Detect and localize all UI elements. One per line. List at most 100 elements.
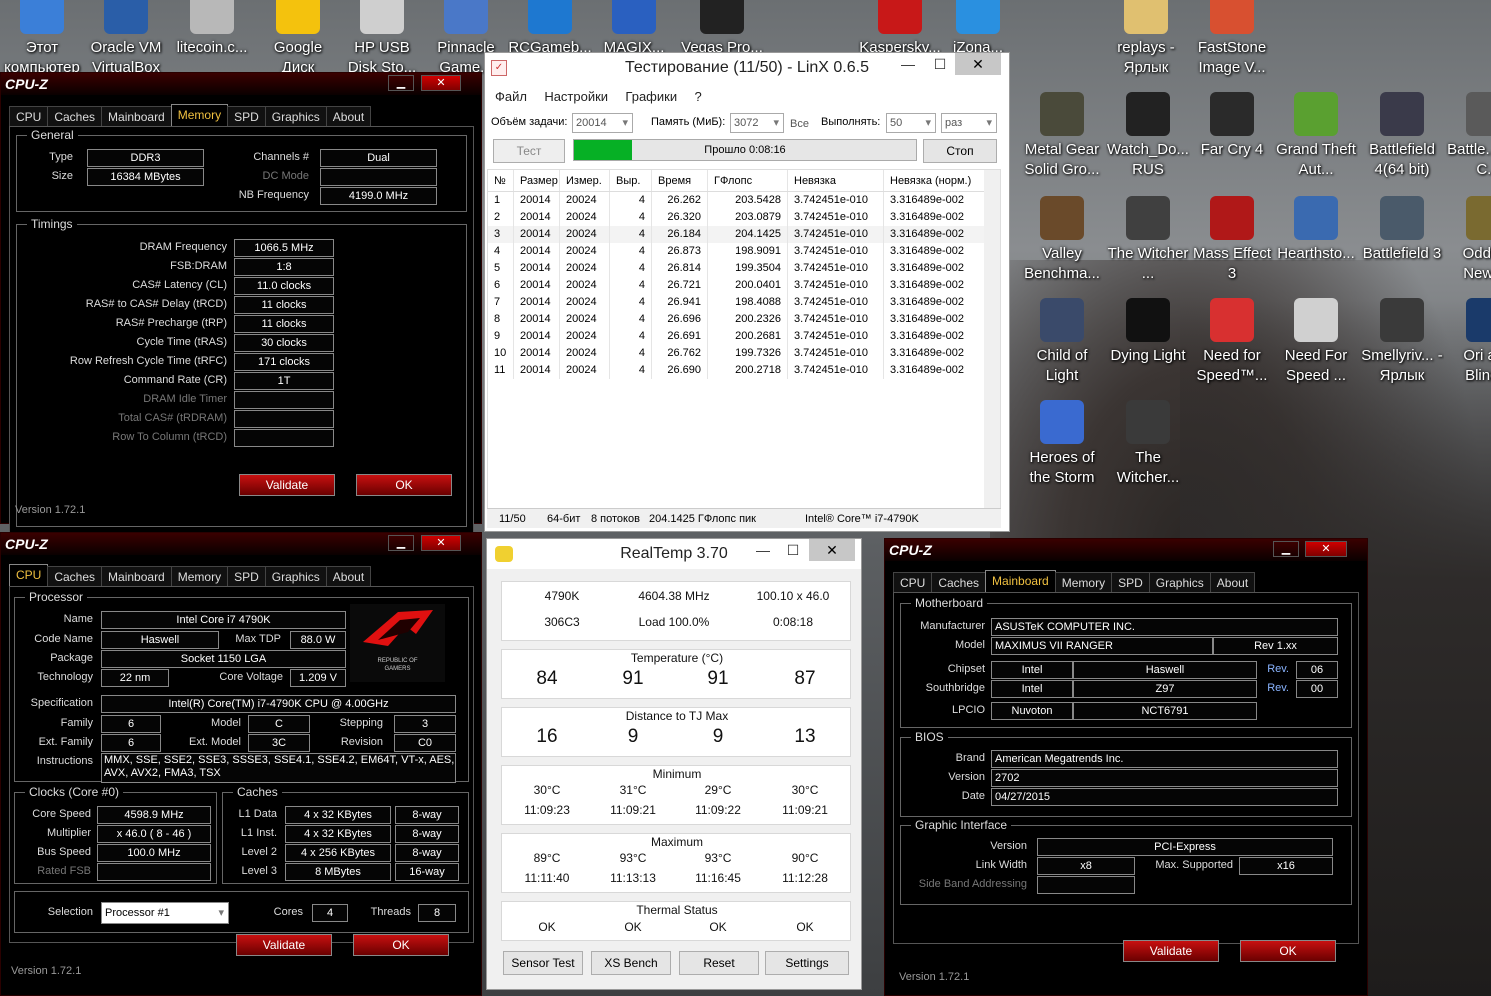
close-button[interactable]: ✕	[955, 53, 1001, 75]
size-input[interactable]: 20014	[572, 113, 633, 133]
tab-graphics[interactable]: Graphics	[1148, 572, 1211, 592]
desktop-icon[interactable]: litecoin.c...	[170, 0, 254, 80]
menu-file[interactable]: Файл	[495, 89, 527, 104]
xs-bench-button[interactable]: XS Bench	[591, 951, 671, 975]
column-header[interactable]: №	[488, 170, 514, 191]
menu-help[interactable]: ?	[694, 89, 701, 104]
menu-graphs[interactable]: Графики	[625, 89, 677, 104]
memory-all-label[interactable]: Все	[790, 118, 809, 130]
desktop-icon[interactable]: Этот компьютер	[0, 0, 84, 80]
desktop-icon[interactable]: Mass Effect 3	[1190, 196, 1274, 286]
tab-cpu[interactable]: CPU	[9, 106, 49, 126]
table-row[interactable]: 6 20014 20024 4 26.721 200.0401 3.742451e-010 3…	[488, 277, 1000, 294]
desktop-icon[interactable]: Battlefield 4(64 bit)	[1360, 92, 1444, 182]
desktop-icon[interactable]: Far Cry 4	[1190, 92, 1274, 182]
column-header[interactable]: Размер	[514, 170, 560, 191]
desktop-icon[interactable]: Child of Light	[1020, 298, 1104, 388]
desktop-icon[interactable]: Valley Benchma...	[1020, 196, 1104, 286]
tab-memory[interactable]: Memory	[170, 104, 229, 126]
tab-about[interactable]: About	[325, 566, 372, 586]
table-row[interactable]: 7 20014 20024 4 26.941 198.4088 3.742451e-010 3…	[488, 294, 1000, 311]
test-button[interactable]: Тест	[493, 139, 565, 163]
table-row[interactable]: 11 20014 20024 4 26.690 200.2718 3.742451e-010…	[488, 362, 1000, 379]
desktop-icon[interactable]: Dying Light	[1106, 298, 1190, 388]
table-row[interactable]: 3 20014 20024 4 26.184 204.1425 3.742451e-010 3…	[488, 226, 1000, 243]
reset-button[interactable]: Reset	[679, 951, 759, 975]
menu-settings[interactable]: Настройки	[544, 89, 608, 104]
table-row[interactable]: 10 20014 20024 4 26.762 199.7326 3.742451e-010…	[488, 345, 1000, 362]
desktop-icon[interactable]: Battlefield 3	[1360, 196, 1444, 286]
desktop-icon[interactable]: Battle... Bad C...	[1446, 92, 1491, 182]
close-button[interactable]: ✕	[809, 539, 855, 561]
tab-memory[interactable]: Memory	[1054, 572, 1113, 592]
tab-cpu[interactable]: CPU	[893, 572, 933, 592]
memory-input[interactable]: 3072	[730, 113, 784, 133]
ok-button[interactable]: OK	[353, 934, 449, 956]
desktop-icon[interactable]: Need For Speed ...	[1274, 298, 1358, 388]
desktop-icon[interactable]: Need for Speed™...	[1190, 298, 1274, 388]
tab-memory[interactable]: Memory	[170, 566, 229, 586]
tab-caches[interactable]: Caches	[47, 106, 103, 126]
column-header[interactable]: ГФлопс	[708, 170, 788, 191]
tab-graphics[interactable]: Graphics	[264, 106, 327, 126]
desktop-icon[interactable]: Oracle VM VirtualBox	[84, 0, 168, 80]
scrollbar[interactable]	[984, 170, 1000, 508]
tab-about[interactable]: About	[1209, 572, 1256, 592]
table-row[interactable]: 1 20014 20024 4 26.262 203.5428 3.742451e-010 3…	[488, 192, 1000, 209]
minimize-button[interactable]: ▁	[388, 535, 414, 551]
column-header[interactable]: Невязка	[788, 170, 884, 191]
runs-unit-select[interactable]: раз	[941, 113, 997, 133]
desktop-icon[interactable]: Smellyriv... - Ярлык	[1360, 298, 1444, 388]
sensor-test-button[interactable]: Sensor Test	[503, 951, 583, 975]
desktop-icon[interactable]: Metal Gear Solid Gro...	[1020, 92, 1104, 182]
table-row[interactable]: 2 20014 20024 4 26.320 203.0879 3.742451e-010 3…	[488, 209, 1000, 226]
desktop-icon[interactable]: The Witcher...	[1106, 400, 1190, 490]
close-button[interactable]: ✕	[421, 535, 461, 551]
ok-button[interactable]: OK	[1240, 940, 1336, 962]
table-row[interactable]: 9 20014 20024 4 26.691 200.2681 3.742451e-010 3…	[488, 328, 1000, 345]
desktop-icon[interactable]: Oddw... New '...	[1446, 196, 1491, 286]
table-row[interactable]: 8 20014 20024 4 26.696 200.2326 3.742451e-010 3…	[488, 311, 1000, 328]
desktop-icon[interactable]: The Witcher ...	[1106, 196, 1190, 286]
tab-caches[interactable]: Caches	[47, 566, 103, 586]
validate-button[interactable]: Validate	[236, 934, 332, 956]
table-row[interactable]: 5 20014 20024 4 26.814 199.3504 3.742451e-010 3…	[488, 260, 1000, 277]
runs-input[interactable]: 50	[886, 113, 936, 133]
desktop-icon[interactable]: Google Диск	[256, 0, 340, 80]
maximize-button[interactable]: ☐	[922, 53, 958, 75]
minimize-button[interactable]: ▁	[1273, 541, 1299, 557]
validate-button[interactable]: Validate	[239, 474, 335, 496]
tab-mainboard[interactable]: Mainboard	[101, 106, 172, 126]
validate-button[interactable]: Validate	[1123, 940, 1219, 962]
desktop-icon[interactable]: Ori and Blind...	[1446, 298, 1491, 388]
column-header[interactable]: Выр.	[610, 170, 652, 191]
tab-spd[interactable]: SPD	[1111, 572, 1150, 592]
maximize-button[interactable]: ☐	[775, 539, 811, 561]
minimize-button[interactable]: —	[890, 53, 926, 75]
tab-caches[interactable]: Caches	[931, 572, 987, 592]
desktop-icon[interactable]: HP USB Disk Sto...	[340, 0, 424, 80]
tab-spd[interactable]: SPD	[227, 566, 266, 586]
tab-cpu[interactable]: CPU	[9, 564, 49, 586]
table-row[interactable]: 4 20014 20024 4 26.873 198.9091 3.742451e-010 3…	[488, 243, 1000, 260]
desktop-icon[interactable]: Hearthsto...	[1274, 196, 1358, 286]
desktop-icon[interactable]: Heroes of the Storm	[1020, 400, 1104, 490]
selection-dropdown[interactable]: Processor #1	[101, 902, 229, 924]
tab-mainboard[interactable]: Mainboard	[101, 566, 172, 586]
column-header[interactable]: Время	[652, 170, 708, 191]
column-header[interactable]: Измер.	[560, 170, 610, 191]
desktop-icon[interactable]: FastStone Image V...	[1190, 0, 1274, 80]
close-button[interactable]: ✕	[421, 75, 461, 91]
column-header[interactable]: Невязка (норм.)	[884, 170, 988, 191]
stop-button[interactable]: Стоп	[923, 139, 997, 163]
tab-mainboard[interactable]: Mainboard	[985, 570, 1056, 592]
desktop-icon[interactable]: Watch_Do... RUS	[1106, 92, 1190, 182]
tab-spd[interactable]: SPD	[227, 106, 266, 126]
settings-button[interactable]: Settings	[765, 951, 849, 975]
ok-button[interactable]: OK	[356, 474, 452, 496]
desktop-icon[interactable]: Grand Theft Aut...	[1274, 92, 1358, 182]
minimize-button[interactable]: ▁	[388, 75, 414, 91]
desktop-icon[interactable]: replays - Ярлык	[1104, 0, 1188, 80]
close-button[interactable]: ✕	[1305, 541, 1347, 557]
tab-graphics[interactable]: Graphics	[264, 566, 327, 586]
